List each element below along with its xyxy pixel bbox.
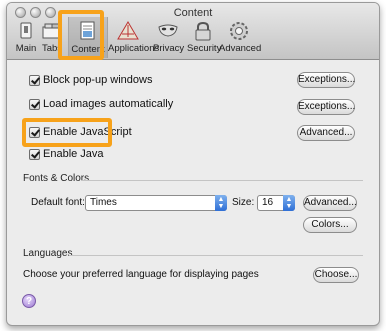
load-images-label: Load images automatically [43, 98, 174, 110]
colors-button[interactable]: Colors... [303, 217, 357, 233]
block-popups-label: Block pop-up windows [43, 74, 153, 86]
enable-java-option[interactable]: Enable Java [29, 148, 104, 160]
choose-language-button[interactable]: Choose... [313, 267, 359, 283]
applications-icon [117, 21, 139, 40]
default-font-value: Times [90, 197, 117, 208]
toolbar-security[interactable]: Security [187, 19, 221, 57]
languages-divider [69, 255, 363, 256]
toolbar-advanced[interactable]: Advanced [219, 19, 261, 57]
enable-java-label: Enable Java [43, 148, 104, 160]
font-size-label: Size: [232, 197, 255, 208]
load-images-option[interactable]: Load images automatically [29, 98, 173, 110]
image-exceptions-button[interactable]: Exceptions... [297, 99, 355, 115]
help-button[interactable]: ? [22, 294, 36, 308]
select-arrows-icon: ▲ ▼ [283, 195, 295, 211]
languages-description: Choose your preferred language for displ… [23, 269, 259, 280]
default-font-select[interactable]: Times ▲ ▼ [85, 195, 227, 211]
privacy-mask-icon [158, 24, 178, 37]
block-popups-checkbox[interactable] [29, 74, 40, 86]
fonts-colors-divider [81, 180, 363, 181]
fonts-advanced-button[interactable]: Advanced... [303, 195, 357, 211]
lock-icon [195, 21, 211, 41]
fonts-colors-heading: Fonts & Colors [23, 173, 90, 184]
toolbar-applications[interactable]: Applications [108, 19, 159, 57]
toolbar-main[interactable]: Main [14, 19, 38, 57]
default-font-label: Default font: [31, 197, 85, 208]
block-popups-option[interactable]: Block pop-up windows [29, 74, 152, 86]
languages-heading: Languages [23, 248, 73, 259]
popup-exceptions-button[interactable]: Exceptions... [297, 72, 355, 88]
load-images-checkbox[interactable] [29, 98, 40, 110]
javascript-highlight [22, 118, 112, 147]
enable-java-checkbox[interactable] [29, 148, 40, 160]
font-size-select[interactable]: 16 ▲ ▼ [257, 195, 295, 211]
javascript-advanced-button[interactable]: Advanced... [297, 125, 355, 141]
toolbar-privacy[interactable]: Privacy [153, 19, 184, 57]
main-switch-icon [20, 22, 32, 39]
font-size-value: 16 [262, 197, 274, 208]
gear-icon [230, 22, 248, 40]
select-arrows-icon: ▲ ▼ [215, 195, 227, 211]
content-tab-highlight [58, 10, 104, 60]
